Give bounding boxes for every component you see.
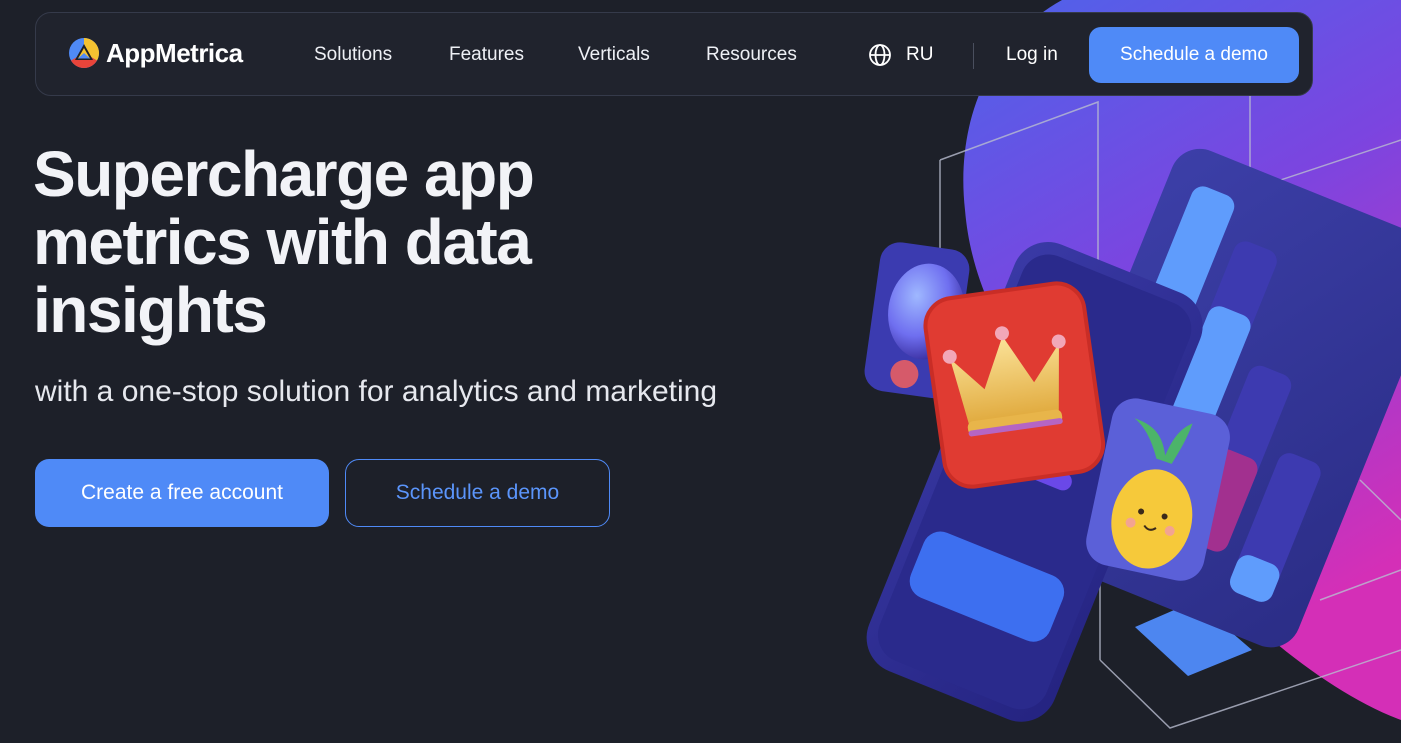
nav-item-features[interactable]: Features bbox=[449, 43, 524, 67]
nav-item-resources[interactable]: Resources bbox=[706, 43, 797, 67]
language-switcher[interactable]: RU bbox=[868, 43, 933, 67]
nav-item-verticals[interactable]: Verticals bbox=[578, 43, 650, 67]
appmetrica-logo-icon bbox=[69, 37, 100, 69]
top-navbar: AppMetrica Solutions Features Verticals … bbox=[35, 12, 1313, 96]
schedule-demo-button[interactable]: Schedule a demo bbox=[345, 459, 610, 527]
login-link[interactable]: Log in bbox=[1006, 43, 1058, 67]
language-label: RU bbox=[906, 44, 934, 65]
schedule-demo-nav-button[interactable]: Schedule a demo bbox=[1089, 27, 1299, 83]
globe-icon bbox=[869, 44, 891, 66]
logo-text: AppMetrica bbox=[106, 37, 243, 68]
hero-title: Supercharge app metrics with data insigh… bbox=[33, 138, 535, 346]
nav-item-solutions[interactable]: Solutions bbox=[314, 43, 392, 67]
hero-subtitle: with a one-stop solution for analytics a… bbox=[35, 375, 718, 408]
nav-divider bbox=[973, 43, 974, 69]
logo[interactable]: AppMetrica bbox=[68, 37, 243, 69]
create-account-button[interactable]: Create a free account bbox=[35, 459, 329, 527]
